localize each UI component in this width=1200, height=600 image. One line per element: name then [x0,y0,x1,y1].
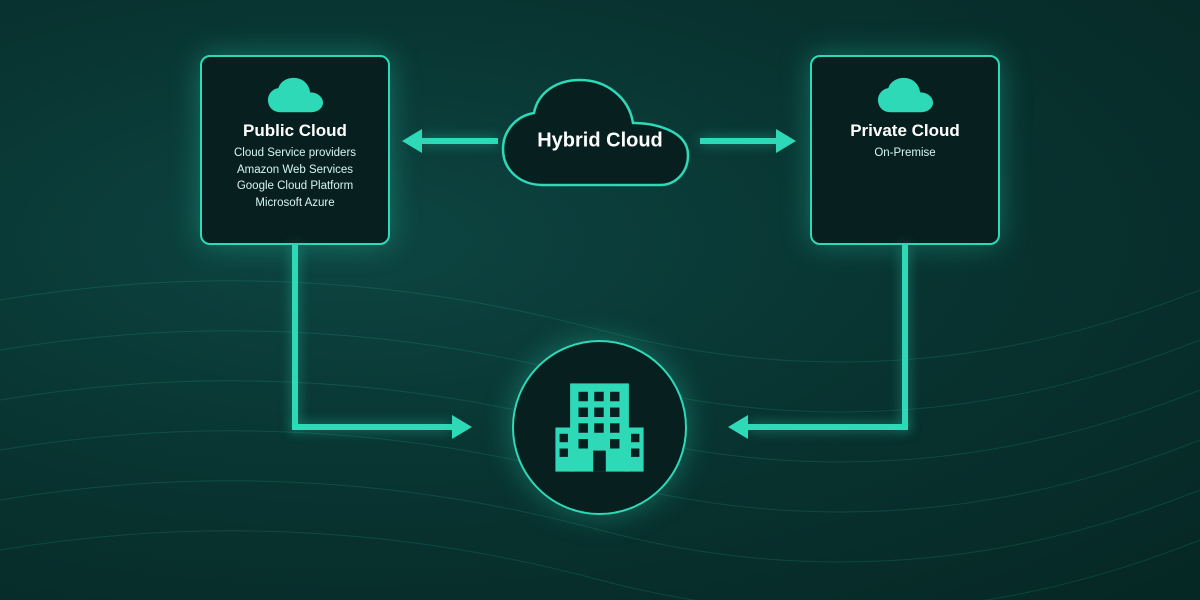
arrow-hybrid-to-private [700,138,778,144]
public-cloud-item: Amazon Web Services [234,162,356,179]
building-icon [547,375,652,480]
public-cloud-subtitle: Cloud Service providers Amazon Web Servi… [234,145,356,212]
public-cloud-providers-label: Cloud Service providers [234,145,356,162]
arrow-hybrid-to-public [420,138,498,144]
cloud-icon [878,77,933,113]
public-cloud-card: Public Cloud Cloud Service providers Ama… [200,55,390,245]
organization-node [512,340,687,515]
private-cloud-title: Private Cloud [850,121,960,141]
hybrid-cloud-title: Hybrid Cloud [537,130,663,153]
public-cloud-title: Public Cloud [243,121,347,141]
private-cloud-subtitle: On-Premise [874,145,935,162]
hybrid-cloud-node: Hybrid Cloud [495,75,705,195]
cloud-icon [268,77,323,113]
public-cloud-item: Google Cloud Platform [234,178,356,195]
private-cloud-card: Private Cloud On-Premise [810,55,1000,245]
public-cloud-item: Microsoft Azure [234,195,356,212]
